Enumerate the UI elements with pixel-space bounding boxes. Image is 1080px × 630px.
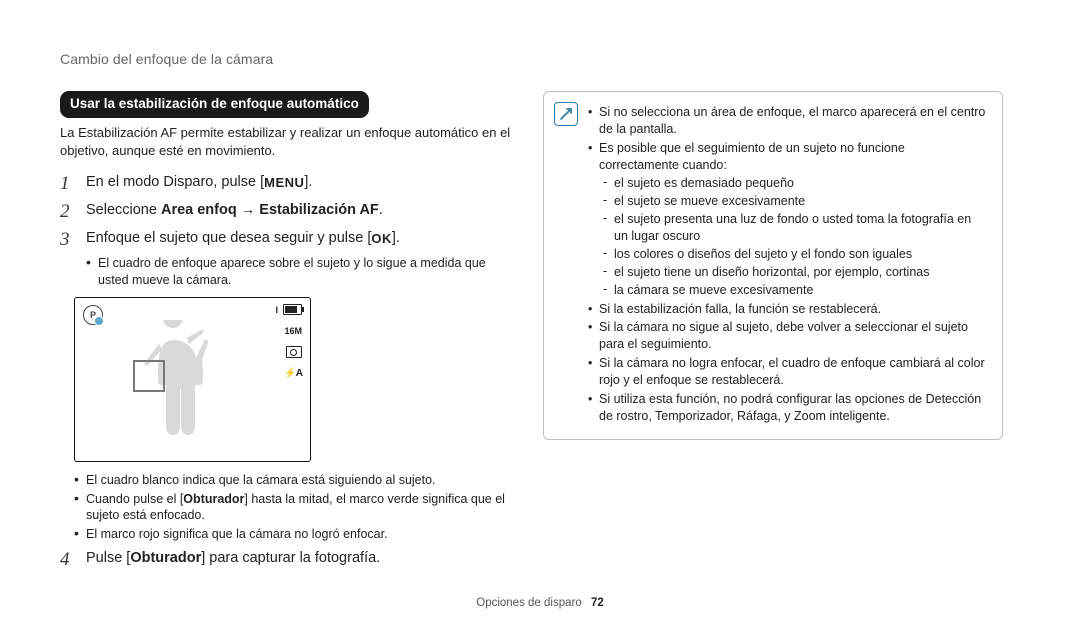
step-number: 2	[60, 201, 76, 223]
shots-remaining: I	[275, 304, 278, 316]
list-item: El cuadro blanco indica que la cámara es…	[74, 472, 515, 489]
lcd-status-icons: I 16M ⚡A	[275, 304, 302, 381]
text: ] para capturar la fotografía.	[201, 550, 380, 566]
text: .	[379, 202, 383, 218]
page-footer: Opciones de disparo 72	[0, 596, 1080, 612]
list-item: el sujeto presenta una luz de fondo o us…	[603, 211, 988, 245]
list-item: Si la cámara no logra enfocar, el cuadro…	[588, 355, 988, 389]
mode-letter: P	[90, 309, 96, 321]
step-number: 1	[60, 173, 76, 195]
subsection-tag: Usar la estabilización de enfoque automá…	[60, 91, 369, 118]
list-item: Si utiliza esta función, no podrá config…	[588, 391, 988, 425]
info-callout: Si no selecciona un área de enfoque, el …	[543, 91, 1003, 440]
info-sublist: el sujeto es demasiado pequeño el sujeto…	[599, 175, 988, 298]
menu-path-part: Estabilización AF	[259, 202, 379, 218]
text: Pulse [	[86, 550, 130, 566]
list-item: el sujeto se mueve excesivamente	[603, 193, 988, 210]
menu-path-part: Area enfoq	[161, 202, 237, 218]
page-number: 72	[591, 597, 604, 609]
step-text: Pulse [Obturador] para capturar la fotog…	[86, 549, 515, 571]
battery-icon	[283, 304, 302, 315]
note-icon	[554, 102, 578, 126]
list-item: Si la cámara no sigue al sujeto, debe vo…	[588, 319, 988, 353]
text: En el modo Disparo, pulse [	[86, 174, 264, 190]
list-item: el sujeto es demasiado pequeño	[603, 175, 988, 192]
step-3-sub: El cuadro de enfoque aparece sobre el su…	[74, 255, 515, 289]
section-title: Cambio del enfoque de la cámara	[60, 50, 1020, 69]
info-list: Si no selecciona un área de enfoque, el …	[588, 104, 988, 425]
photo-type-icon	[286, 346, 302, 358]
list-item: Si no selecciona un área de enfoque, el …	[588, 104, 988, 138]
mode-dial-icon: P	[83, 305, 103, 325]
frame-color-notes: El cuadro blanco indica que la cámara es…	[62, 472, 515, 544]
image-size-icon: 16M	[284, 325, 302, 337]
list-item: El marco rojo significa que la cámara no…	[74, 526, 515, 543]
list-item: el sujeto tiene un diseño horizontal, po…	[603, 264, 988, 281]
text: Enfoque el sujeto que desea seguir y pul…	[86, 230, 371, 246]
step-text: En el modo Disparo, pulse [MENU].	[86, 173, 515, 195]
list-item: Si la estabilización falla, la función s…	[588, 301, 988, 318]
step-text: Seleccione Area enfoq → Estabilización A…	[86, 201, 515, 223]
list-item: El cuadro de enfoque aparece sobre el su…	[86, 255, 515, 289]
text: Cuando pulse el [	[86, 492, 183, 506]
left-column: Usar la estabilización de enfoque automá…	[60, 91, 515, 575]
camera-lcd-illustration: P I 16M ⚡A	[74, 297, 311, 462]
step-number: 4	[60, 549, 76, 571]
ok-key-icon: OK	[371, 230, 392, 248]
step-4: 4 Pulse [Obturador] para capturar la fot…	[60, 549, 515, 571]
shutter-key-label: Obturador	[183, 492, 244, 506]
list-item: la cámara se mueve excesivamente	[603, 282, 988, 299]
list-item: Cuando pulse el [Obturador] hasta la mit…	[74, 491, 515, 525]
step-2: 2 Seleccione Area enfoq → Estabilización…	[60, 201, 515, 223]
step-number: 3	[60, 229, 76, 251]
step-text: Enfoque el sujeto que desea seguir y pul…	[86, 229, 515, 251]
manual-page: Cambio del enfoque de la cámara Usar la …	[0, 0, 1080, 630]
footer-label: Opciones de disparo	[476, 597, 581, 609]
arrow-icon: →	[237, 202, 260, 218]
text: ].	[304, 174, 312, 190]
focus-frame-icon	[133, 360, 165, 392]
shutter-key-label: Obturador	[130, 550, 201, 566]
right-column: Si no selecciona un área de enfoque, el …	[543, 91, 1003, 575]
step-1: 1 En el modo Disparo, pulse [MENU].	[60, 173, 515, 195]
two-column-layout: Usar la estabilización de enfoque automá…	[60, 91, 1020, 575]
list-item: Es posible que el seguimiento de un suje…	[588, 140, 988, 299]
list-item: los colores o diseños del sujeto y el fo…	[603, 246, 988, 263]
intro-text: La Estabilización AF permite estabilizar…	[60, 124, 515, 159]
text: Es posible que el seguimiento de un suje…	[599, 141, 905, 172]
step-3: 3 Enfoque el sujeto que desea seguir y p…	[60, 229, 515, 251]
text: Seleccione	[86, 202, 161, 218]
flash-auto-icon: ⚡A	[284, 367, 302, 381]
menu-key-icon: MENU	[264, 174, 304, 192]
text: ].	[392, 230, 400, 246]
